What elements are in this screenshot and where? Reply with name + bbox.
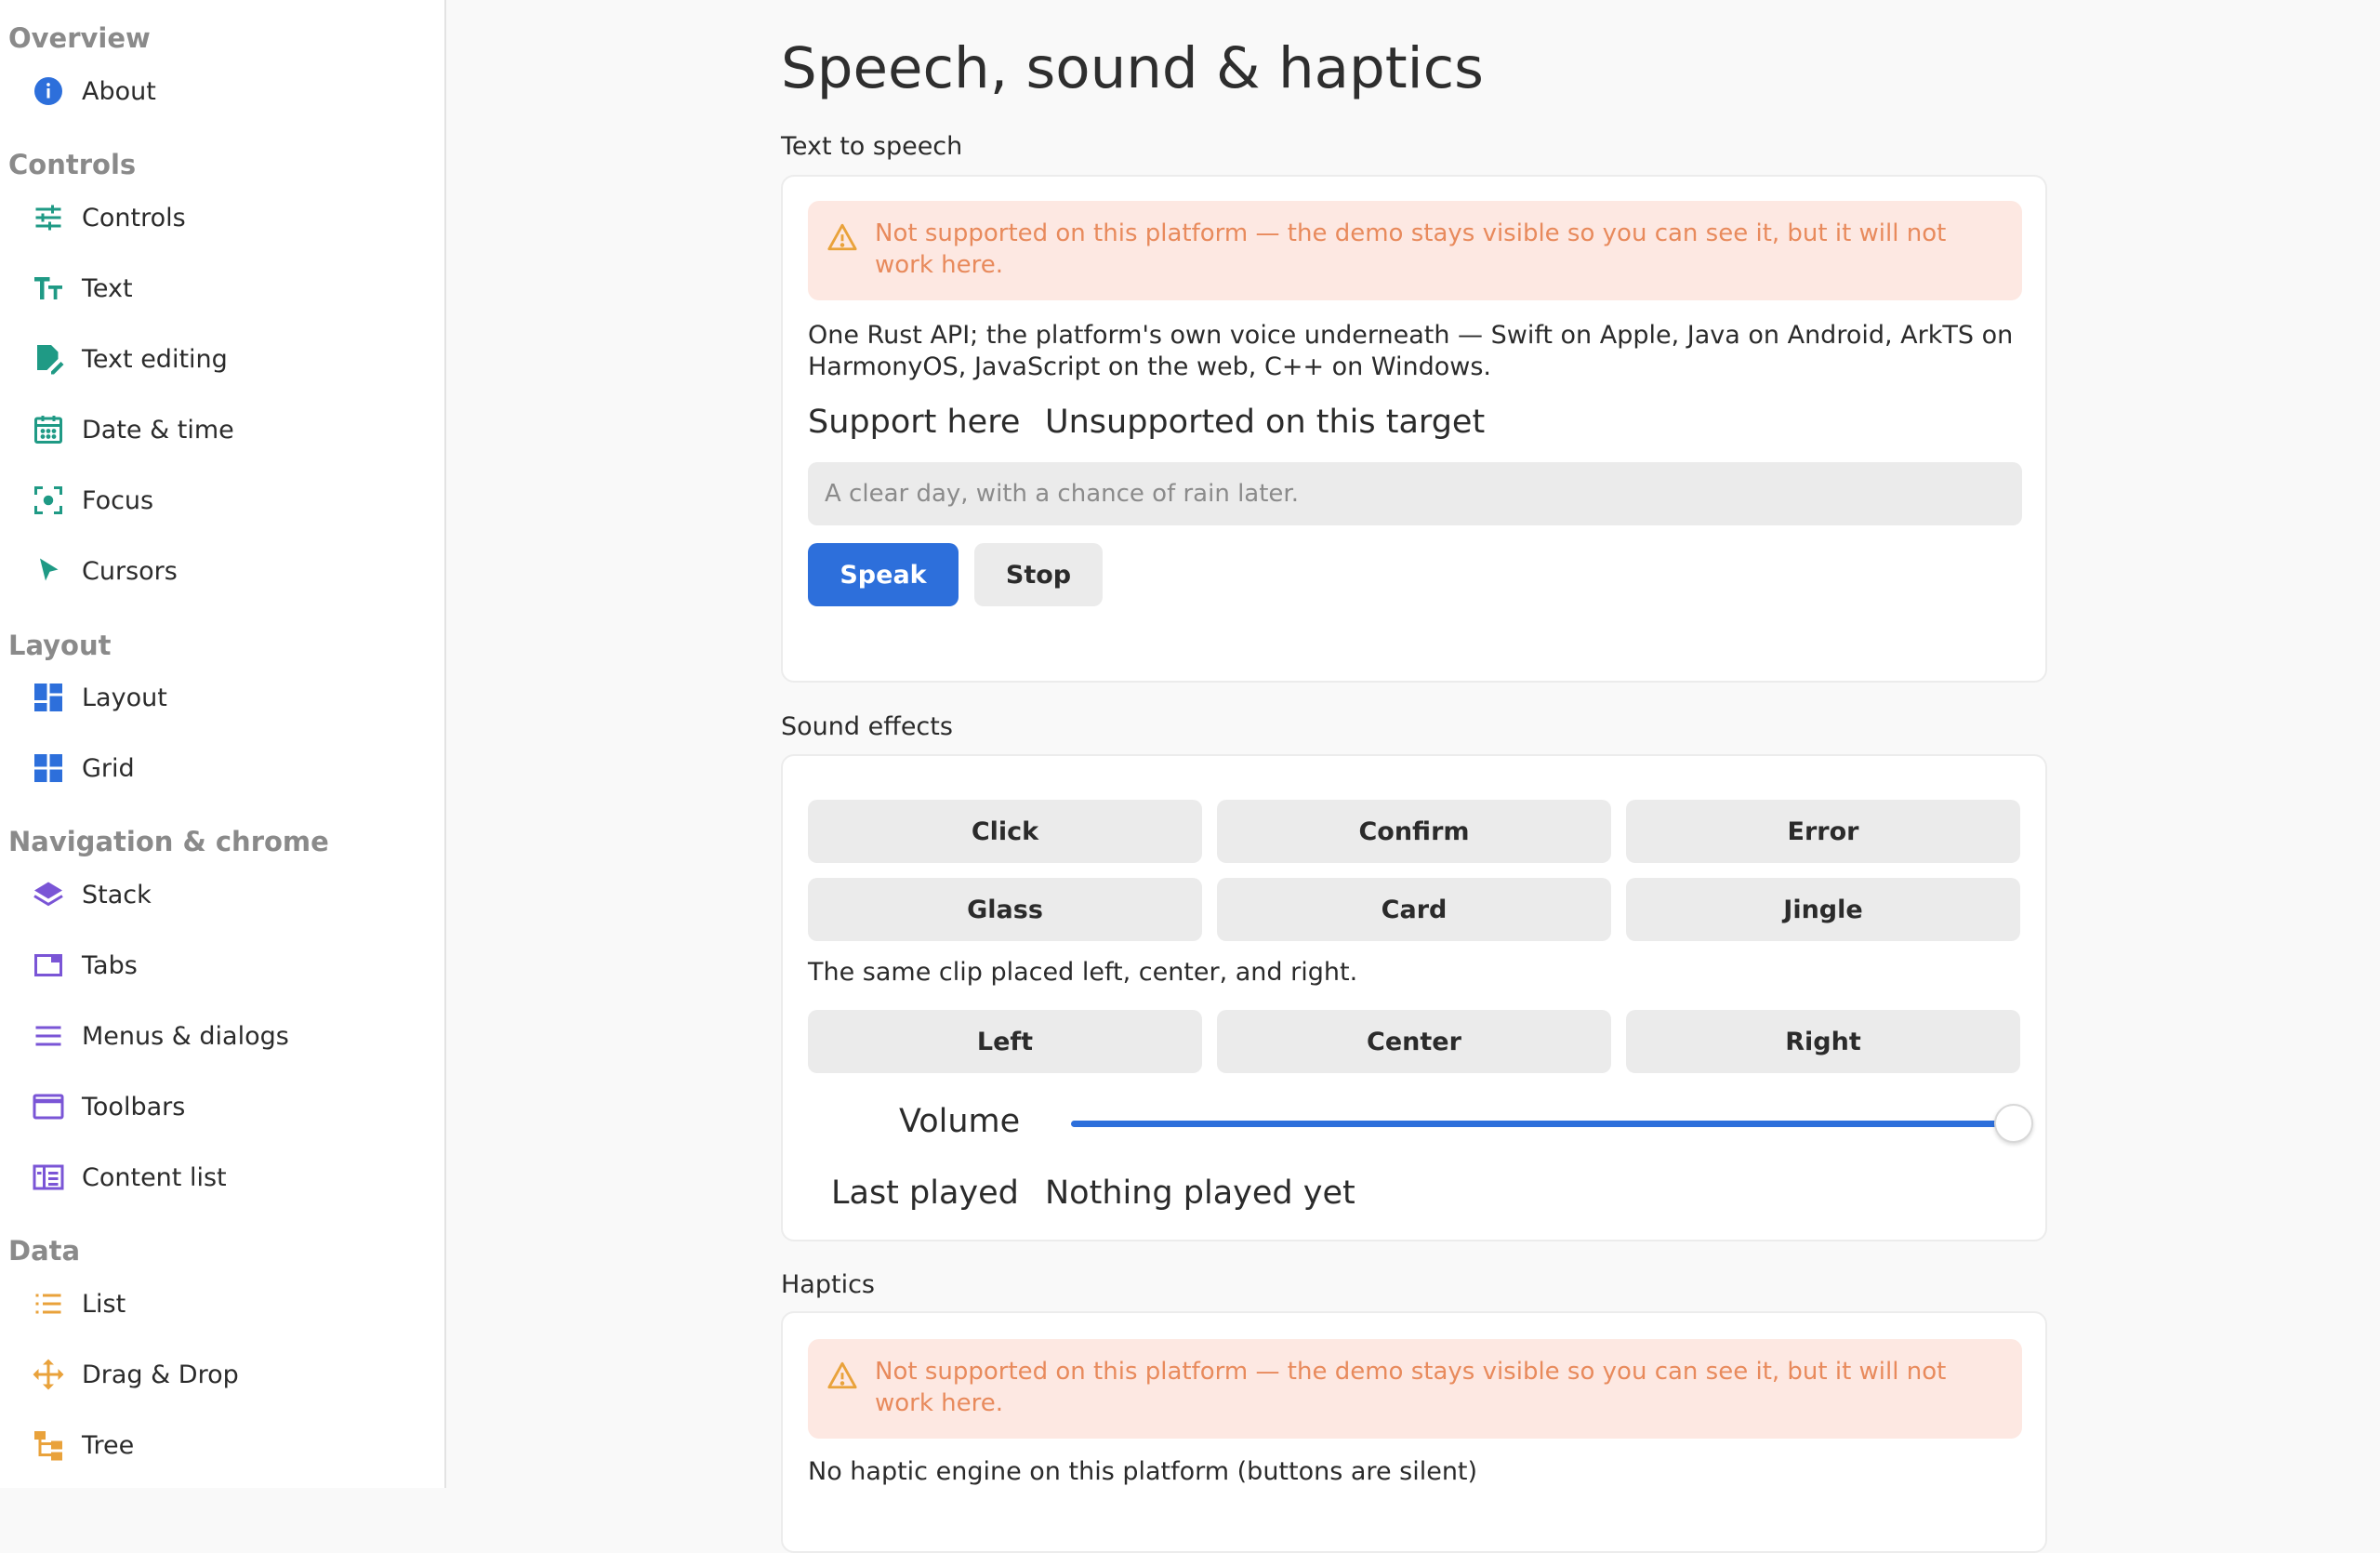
section-title-overview: Overview xyxy=(8,22,151,54)
grid-icon xyxy=(32,751,65,785)
info-icon xyxy=(32,74,65,108)
sidebar: Overview About Controls Controls Text Te… xyxy=(0,0,446,1488)
sidebar-item-toolbars[interactable]: Toolbars xyxy=(0,1075,444,1138)
tabs-icon xyxy=(32,949,65,982)
sidebar-item-text[interactable]: Text xyxy=(0,257,444,320)
sidebar-item-list[interactable]: List xyxy=(0,1272,444,1335)
sidebar-item-cursors[interactable]: Cursors xyxy=(0,539,444,603)
sidebar-item-label: Controls xyxy=(82,203,186,232)
sidebar-item-menus-dialogs[interactable]: Menus & dialogs xyxy=(0,1004,444,1068)
section-title-layout: Layout xyxy=(8,630,112,661)
focus-icon xyxy=(32,484,65,517)
sidebar-item-label: Stack xyxy=(82,880,152,909)
sliders-icon xyxy=(32,201,65,234)
sidebar-item-tree[interactable]: Tree xyxy=(0,1414,444,1477)
support-label: Support here xyxy=(808,404,1021,441)
move-arrows-icon xyxy=(32,1358,65,1391)
tts-card: Not supported on this platform — the dem… xyxy=(781,175,2047,683)
sidebar-item-layout[interactable]: Layout xyxy=(0,666,444,729)
haptics-warning-text: Not supported on this platform — the dem… xyxy=(875,1358,1947,1417)
sidebar-item-text-editing[interactable]: Text editing xyxy=(0,327,444,391)
calendar-icon xyxy=(32,413,65,446)
layout-grid-icon xyxy=(32,681,65,714)
warning-icon xyxy=(826,1360,858,1391)
edit-document-icon xyxy=(32,342,65,376)
group-label-haptics: Haptics xyxy=(781,1270,875,1299)
section-title-navigation: Navigation & chrome xyxy=(8,826,329,857)
volume-label: Volume xyxy=(899,1103,1021,1140)
sidebar-item-label: Menus & dialogs xyxy=(82,1021,289,1051)
haptics-card: Not supported on this platform — the dem… xyxy=(781,1311,2047,1553)
sidebar-item-label: Layout xyxy=(82,683,167,712)
section-title-controls: Controls xyxy=(8,149,137,180)
sound-card: Click Confirm Error Glass Card Jingle Th… xyxy=(781,754,2047,1241)
pan-description: The same clip placed left, center, and r… xyxy=(808,958,1358,987)
last-played-value: Nothing played yet xyxy=(1045,1175,1355,1212)
sidebar-item-drag-drop[interactable]: Drag & Drop xyxy=(0,1343,444,1406)
list-icon xyxy=(32,1287,65,1321)
sidebar-item-date-time[interactable]: Date & time xyxy=(0,398,444,461)
haptics-warning-banner: Not supported on this platform — the dem… xyxy=(808,1339,2022,1439)
sidebar-item-label: Text xyxy=(82,273,133,303)
sidebar-item-label: Tree xyxy=(82,1430,135,1460)
sound-card-button[interactable]: Card xyxy=(1217,878,1611,941)
stop-button[interactable]: Stop xyxy=(974,543,1103,606)
menu-lines-icon xyxy=(32,1019,65,1053)
group-label-sound: Sound effects xyxy=(781,712,953,741)
last-played-label: Last played xyxy=(831,1175,1019,1212)
section-title-data: Data xyxy=(8,1235,81,1267)
sidebar-item-label: Cursors xyxy=(82,556,178,586)
tts-warning-banner: Not supported on this platform — the dem… xyxy=(808,201,2022,300)
pan-right-button[interactable]: Right xyxy=(1626,1010,2020,1073)
pan-left-button[interactable]: Left xyxy=(808,1010,1202,1073)
sidebar-item-label: About xyxy=(82,76,156,106)
support-value: Unsupported on this target xyxy=(1045,404,1486,441)
sidebar-item-label: Drag & Drop xyxy=(82,1360,239,1389)
sidebar-item-label: List xyxy=(82,1289,126,1319)
sidebar-item-controls[interactable]: Controls xyxy=(0,186,444,249)
sidebar-item-focus[interactable]: Focus xyxy=(0,469,444,532)
haptics-description: No haptic engine on this platform (butto… xyxy=(808,1457,1478,1486)
pan-center-button[interactable]: Center xyxy=(1217,1010,1611,1073)
sound-click-button[interactable]: Click xyxy=(808,800,1202,863)
sidebar-item-label: Focus xyxy=(82,485,154,515)
tts-description: One Rust API; the platform's own voice u… xyxy=(808,321,2014,381)
content-list-icon xyxy=(32,1161,65,1194)
sound-jingle-button[interactable]: Jingle xyxy=(1626,878,2020,941)
volume-slider-thumb[interactable] xyxy=(1994,1104,2033,1143)
tts-text-input[interactable]: A clear day, with a chance of rain later… xyxy=(808,462,2022,525)
sidebar-item-label: Grid xyxy=(82,753,135,783)
sidebar-item-label: Date & time xyxy=(82,415,234,445)
tree-icon xyxy=(32,1428,65,1462)
speak-button[interactable]: Speak xyxy=(808,543,959,606)
sidebar-item-label: Text editing xyxy=(82,344,228,374)
warning-icon xyxy=(826,221,858,253)
page-title: Speech, sound & haptics xyxy=(781,35,1484,101)
group-label-tts: Text to speech xyxy=(781,132,963,161)
sound-confirm-button[interactable]: Confirm xyxy=(1217,800,1611,863)
cursor-icon xyxy=(32,554,65,588)
sidebar-item-label: Content list xyxy=(82,1162,227,1192)
sidebar-item-about[interactable]: About xyxy=(0,60,444,123)
sound-error-button[interactable]: Error xyxy=(1626,800,2020,863)
sound-glass-button[interactable]: Glass xyxy=(808,878,1202,941)
window-icon xyxy=(32,1090,65,1123)
tts-warning-text: Not supported on this platform — the dem… xyxy=(875,219,1947,279)
sidebar-item-grid[interactable]: Grid xyxy=(0,737,444,800)
stack-layers-icon xyxy=(32,878,65,911)
sidebar-item-content-list[interactable]: Content list xyxy=(0,1146,444,1209)
text-size-icon xyxy=(32,272,65,305)
sidebar-item-label: Toolbars xyxy=(82,1092,186,1122)
sidebar-item-tabs[interactable]: Tabs xyxy=(0,934,444,997)
sidebar-item-stack[interactable]: Stack xyxy=(0,863,444,926)
sidebar-item-label: Tabs xyxy=(82,950,138,980)
volume-slider-track[interactable] xyxy=(1071,1121,2001,1127)
